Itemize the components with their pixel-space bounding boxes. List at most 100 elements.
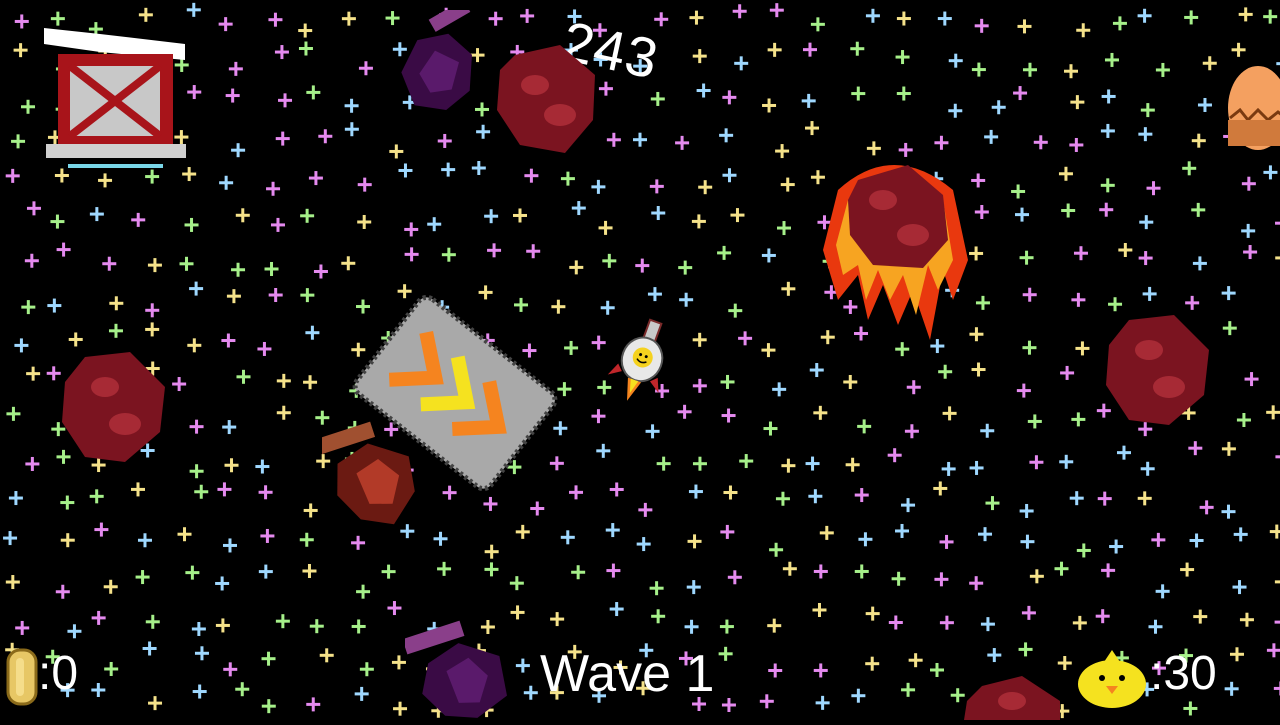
star: [850, 41, 865, 56]
star: [812, 602, 827, 617]
star: [815, 695, 830, 710]
star: [769, 3, 784, 18]
star: [398, 163, 413, 178]
star: [609, 482, 624, 497]
star: [278, 93, 293, 108]
star: [1097, 491, 1112, 506]
star: [89, 489, 104, 504]
star: [781, 281, 796, 296]
star: [222, 538, 237, 553]
star: [851, 688, 866, 703]
star: [94, 522, 109, 537]
star: [600, 300, 615, 315]
star: [5, 575, 20, 590]
star: [1224, 681, 1239, 696]
shop-button[interactable]: [40, 24, 190, 174]
star: [719, 619, 734, 634]
star: [858, 532, 873, 547]
star: [187, 338, 202, 353]
star: [147, 258, 162, 273]
coin-counter: :0: [38, 647, 79, 700]
star: [98, 173, 113, 188]
star: [1029, 569, 1044, 584]
star: [691, 214, 706, 229]
star: [1057, 656, 1072, 671]
asteroid: [962, 676, 1062, 720]
star: [189, 464, 204, 479]
star: [1182, 161, 1197, 176]
star: [275, 614, 290, 629]
star: [650, 91, 665, 106]
star: [687, 534, 702, 549]
star: [1100, 123, 1115, 138]
star: [215, 618, 230, 633]
player-rocket: [605, 315, 675, 415]
star: [1071, 412, 1086, 427]
star: [258, 564, 273, 579]
star: [306, 697, 321, 712]
star: [1076, 543, 1091, 558]
star: [523, 685, 538, 700]
star: [1243, 245, 1258, 260]
star: [550, 612, 565, 627]
star: [484, 562, 499, 577]
star: [692, 49, 707, 64]
star: [679, 292, 694, 307]
star: [991, 100, 1006, 115]
star: [851, 86, 866, 101]
star: [389, 144, 404, 159]
star: [857, 419, 872, 434]
star: [21, 300, 36, 315]
star: [609, 602, 624, 617]
star: [896, 86, 911, 101]
star: [728, 303, 743, 318]
star: [1142, 286, 1157, 301]
star: [1017, 19, 1032, 34]
star: [908, 653, 923, 668]
star: [224, 458, 239, 473]
coin-icon: [6, 648, 38, 706]
star: [1064, 64, 1079, 79]
star: [684, 619, 699, 634]
star: [941, 461, 956, 476]
star: [734, 56, 749, 71]
star: [767, 618, 782, 633]
star: [1192, 256, 1207, 271]
star: [696, 83, 711, 98]
star: [1033, 135, 1048, 150]
star: [1155, 62, 1170, 77]
star: [1232, 580, 1247, 595]
star: [1239, 612, 1254, 627]
star: [762, 98, 777, 113]
star: [980, 617, 995, 632]
star: [1221, 286, 1236, 301]
star: [276, 405, 291, 420]
star: [235, 682, 250, 697]
star: [969, 576, 984, 591]
star: [1151, 532, 1166, 547]
star: [721, 408, 736, 423]
star: [145, 614, 160, 629]
star: [274, 45, 289, 60]
star: [948, 53, 963, 68]
chicken-counter: :30: [1150, 647, 1217, 700]
star: [231, 143, 246, 158]
star: [854, 564, 869, 579]
star: [1020, 534, 1035, 549]
star: [819, 525, 834, 540]
star: [56, 242, 71, 257]
star: [60, 495, 75, 510]
star: [226, 289, 241, 304]
star: [228, 61, 243, 76]
star: [974, 204, 989, 219]
star: [344, 122, 359, 137]
star: [89, 207, 104, 222]
star: [91, 683, 106, 697]
star: [934, 135, 949, 150]
star: [738, 331, 753, 346]
star: [300, 288, 315, 303]
star: [1029, 455, 1044, 470]
star: [299, 532, 314, 547]
star: [813, 564, 828, 579]
star: [633, 132, 648, 147]
